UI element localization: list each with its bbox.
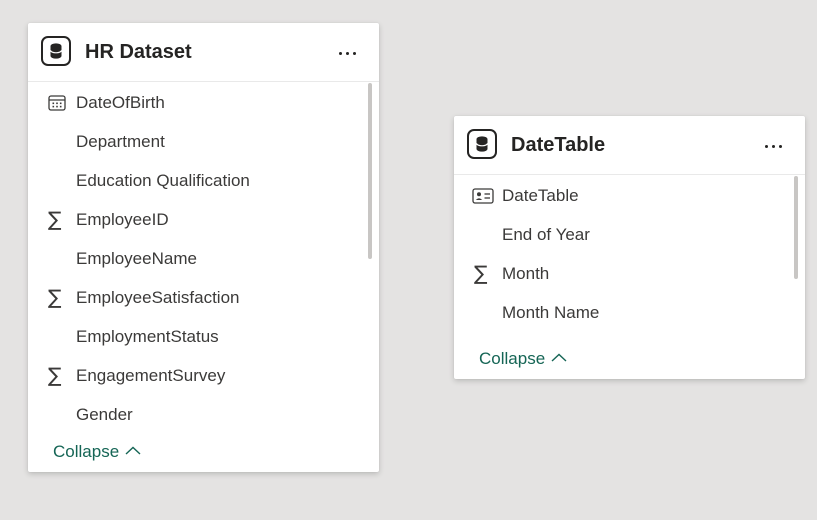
field-education-qualification[interactable]: Education Qualification — [28, 161, 379, 200]
field-label: EmployeeName — [76, 249, 197, 268]
field-label: EngagementSurvey — [76, 366, 226, 385]
scrollbar-thumb[interactable] — [794, 176, 798, 279]
field-label: Department — [76, 132, 165, 151]
field-label: End of Year — [502, 225, 590, 244]
more-options-button[interactable] — [333, 41, 365, 65]
table-card-header[interactable]: HR Dataset — [28, 23, 379, 82]
table-title: HR Dataset — [85, 41, 192, 63]
field-month[interactable]: ∑ Month — [454, 254, 805, 293]
field-list: DateOfBirth Department Education Qualifi… — [28, 83, 379, 434]
database-icon — [41, 36, 71, 66]
hr-dataset-table-card[interactable]: HR Dataset DateOfBirth Department Educat… — [28, 23, 379, 472]
more-dot — [346, 52, 349, 55]
collapse-label: Collapse — [53, 442, 120, 461]
field-label: Education Qualification — [76, 171, 250, 190]
field-employeeid[interactable]: ∑ EmployeeID — [28, 200, 379, 239]
scrollbar-thumb[interactable] — [368, 83, 372, 259]
field-label: Gender — [76, 405, 133, 424]
more-options-button[interactable] — [759, 134, 791, 158]
field-label: Month — [502, 264, 550, 283]
datetable-table-card[interactable]: DateTable DateTable End of Year ∑ Month … — [454, 116, 805, 379]
sigma-icon: ∑ — [48, 207, 62, 231]
sigma-icon: ∑ — [48, 363, 62, 387]
more-dot — [353, 52, 356, 55]
collapse-button[interactable]: Collapse — [53, 440, 141, 462]
field-department[interactable]: Department — [28, 122, 379, 161]
field-dateofbirth[interactable]: DateOfBirth — [28, 83, 379, 122]
more-dot — [772, 145, 775, 148]
field-employeesatisfaction[interactable]: ∑ EmployeeSatisfaction — [28, 278, 379, 317]
id-card-icon — [472, 186, 494, 206]
more-dot — [339, 52, 342, 55]
calendar-icon — [46, 93, 68, 113]
field-datetable[interactable]: DateTable — [454, 176, 805, 215]
chevron-up-icon — [551, 347, 567, 367]
field-label: DateTable — [502, 186, 579, 205]
field-month-name[interactable]: Month Name — [454, 293, 805, 332]
database-icon — [467, 129, 497, 159]
more-dot — [779, 145, 782, 148]
field-label: EmployeeSatisfaction — [76, 288, 240, 307]
collapse-button[interactable]: Collapse — [479, 347, 567, 369]
field-employmentstatus[interactable]: EmploymentStatus — [28, 317, 379, 356]
field-employeename[interactable]: EmployeeName — [28, 239, 379, 278]
field-label: Month Name — [502, 303, 600, 322]
field-list: DateTable End of Year ∑ Month Month Name — [454, 176, 805, 332]
field-end-of-year[interactable]: End of Year — [454, 215, 805, 254]
field-engagementsurvey[interactable]: ∑ EngagementSurvey — [28, 356, 379, 395]
more-dot — [765, 145, 768, 148]
field-gender[interactable]: Gender — [28, 395, 379, 434]
collapse-label: Collapse — [479, 349, 546, 368]
field-label: EmploymentStatus — [76, 327, 219, 346]
table-title: DateTable — [511, 134, 606, 156]
table-card-header[interactable]: DateTable — [454, 116, 805, 175]
chevron-up-icon — [125, 440, 141, 460]
sigma-icon: ∑ — [474, 261, 488, 285]
sigma-icon: ∑ — [48, 285, 62, 309]
field-label: DateOfBirth — [76, 93, 165, 112]
field-label: EmployeeID — [76, 210, 169, 229]
